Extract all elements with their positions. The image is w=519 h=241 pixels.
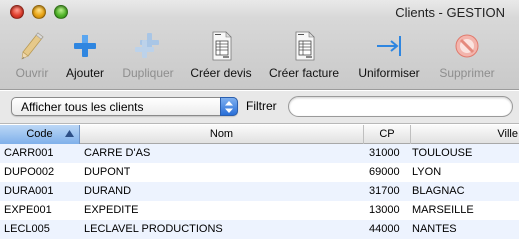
clients-table: Code Nom CP Ville CARR001 CARRE D'AS 310… (0, 125, 519, 239)
table-row[interactable]: DURA001 DURAND 31700 BLAGNAC (0, 182, 519, 201)
cell-code: EXPE001 (4, 204, 52, 216)
column-header-nom[interactable]: Nom (80, 125, 364, 144)
cell-cp: 69000 (369, 166, 400, 178)
column-header-nom-label: Nom (209, 128, 234, 140)
table-header: Code Nom CP Ville (0, 125, 519, 144)
column-header-ville[interactable]: Ville (411, 125, 519, 144)
ajouter-button[interactable]: Ajouter (61, 30, 109, 80)
column-header-code-label: Code (26, 128, 53, 140)
client-filter-selected: Afficher tous les clients (21, 100, 144, 114)
popup-arrows-icon (220, 97, 238, 116)
window-title: Clients - GESTION (395, 5, 505, 20)
dupliquer-label: Dupliquer (122, 66, 174, 80)
document-icon (295, 31, 315, 61)
cell-cp: 31700 (369, 185, 400, 197)
column-header-cp-label: CP (379, 128, 395, 140)
creer-devis-label: Créer devis (190, 66, 252, 80)
duplicate-plus-icon (135, 33, 159, 58)
ouvrir-button[interactable]: Ouvrir (9, 30, 55, 80)
sort-ascending-icon (65, 130, 74, 137)
cell-ville: BLAGNAC (412, 185, 465, 197)
table-row[interactable]: LECL005 LECLAVEL PRODUCTIONS 44000 NANTE… (0, 220, 519, 239)
cell-ville: NANTES (412, 223, 457, 235)
title-bar: Clients - GESTION (0, 0, 519, 24)
cell-nom: EXPEDITE (84, 204, 139, 216)
filter-label: Filtrer (246, 99, 277, 113)
uniformiser-label: Uniformiser (358, 66, 420, 80)
cell-nom: DUPONT (84, 166, 131, 178)
supprimer-button[interactable]: Supprimer (433, 30, 501, 80)
column-header-code[interactable]: Code (0, 125, 80, 144)
cell-code: LECL005 (4, 223, 50, 235)
cell-ville: MARSEILLE (412, 204, 474, 216)
filter-input[interactable] (288, 96, 513, 117)
arrow-to-bar-icon (377, 36, 401, 56)
cell-nom: LECLAVEL PRODUCTIONS (84, 223, 223, 235)
ouvrir-label: Ouvrir (15, 66, 49, 80)
table-row[interactable]: CARR001 CARRE D'AS 31000 TOULOUSE (0, 144, 519, 163)
cell-code: DURA001 (4, 185, 54, 197)
creer-facture-button[interactable]: Créer facture (263, 30, 345, 80)
ajouter-label: Ajouter (65, 66, 105, 80)
cell-cp: 44000 (369, 223, 400, 235)
dupliquer-button[interactable]: Dupliquer (115, 30, 181, 80)
toolbar: Ouvrir Ajouter Dupliquer Créer devis Cré… (0, 24, 519, 86)
table-row[interactable]: EXPE001 EXPEDITE 13000 MARSEILLE (0, 201, 519, 220)
cell-ville: TOULOUSE (412, 147, 473, 159)
plus-icon (74, 35, 96, 57)
column-header-cp[interactable]: CP (364, 125, 411, 144)
document-icon (212, 31, 232, 61)
table-row[interactable]: DUPO002 DUPONT 69000 LYON (0, 163, 519, 182)
uniformiser-button[interactable]: Uniformiser (353, 30, 425, 80)
no-entry-icon (455, 34, 479, 58)
cell-nom: CARRE D'AS (84, 147, 151, 159)
filter-bar: Afficher tous les clients Filtrer (0, 91, 519, 124)
unified-toolbar: Clients - GESTION Ouvrir Ajouter Dupliqu… (0, 0, 519, 90)
cell-cp: 13000 (369, 204, 400, 216)
creer-facture-label: Créer facture (268, 66, 340, 80)
supprimer-label: Supprimer (439, 66, 495, 80)
cell-code: DUPO002 (4, 166, 55, 178)
cell-nom: DURAND (84, 185, 132, 197)
cell-ville: LYON (412, 166, 442, 178)
client-filter-select[interactable]: Afficher tous les clients (11, 97, 238, 116)
creer-devis-button[interactable]: Créer devis (187, 30, 255, 80)
column-header-ville-label: Ville (497, 128, 518, 140)
cell-cp: 31000 (369, 147, 400, 159)
pencil-icon (21, 32, 44, 60)
clients-window: Clients - GESTION Ouvrir Ajouter Dupliqu… (0, 0, 519, 241)
cell-code: CARR001 (4, 147, 54, 159)
